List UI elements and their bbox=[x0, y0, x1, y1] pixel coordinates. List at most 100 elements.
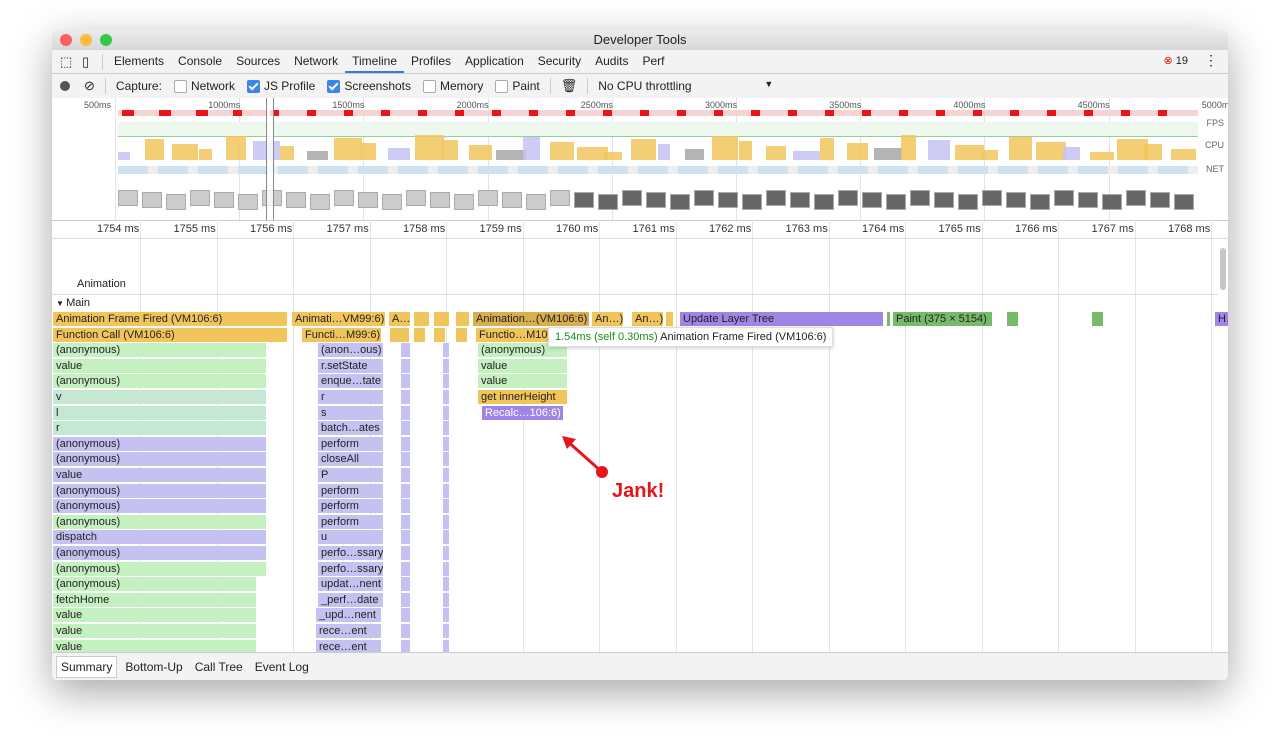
flame-block[interactable]: (anonymous) bbox=[53, 499, 267, 514]
flame-block[interactable]: value bbox=[478, 358, 568, 373]
flame-block[interactable]: updat…nent bbox=[318, 577, 384, 592]
flame-block[interactable] bbox=[887, 312, 891, 326]
flame-block[interactable] bbox=[401, 624, 411, 638]
flame-block[interactable]: rece…ent bbox=[316, 624, 382, 638]
flame-block[interactable] bbox=[401, 436, 411, 451]
minimize-button[interactable] bbox=[80, 34, 92, 46]
flame-block[interactable]: P bbox=[318, 468, 384, 482]
flame-block[interactable]: (anonymous) bbox=[53, 452, 267, 467]
flame-block[interactable]: fetchHome bbox=[53, 592, 257, 607]
flame-block[interactable] bbox=[401, 499, 411, 514]
flame-block[interactable] bbox=[443, 514, 450, 529]
close-button[interactable] bbox=[60, 34, 72, 46]
tab-perf[interactable]: Perf bbox=[635, 50, 671, 73]
capture-memory-checkbox[interactable]: Memory bbox=[423, 79, 483, 94]
tab-profiles[interactable]: Profiles bbox=[404, 50, 458, 73]
flame-block[interactable]: Functi…M99:6) bbox=[302, 327, 382, 342]
flame-block[interactable]: perform bbox=[318, 514, 384, 529]
flame-block[interactable] bbox=[443, 530, 450, 545]
checkbox[interactable] bbox=[246, 80, 260, 94]
flame-block[interactable]: perfo…ssary bbox=[318, 546, 384, 560]
flame-block[interactable]: Function Call (VM106:6) bbox=[53, 327, 288, 342]
flame-block[interactable]: perform bbox=[318, 436, 384, 451]
capture-screenshots-checkbox[interactable]: Screenshots bbox=[327, 79, 411, 94]
flame-block[interactable]: enque…tate bbox=[318, 374, 384, 389]
flame-block[interactable] bbox=[401, 608, 411, 623]
trash-icon[interactable]: 🗑 bbox=[561, 78, 578, 94]
flame-block[interactable] bbox=[443, 499, 450, 514]
flame-block[interactable]: dispatch bbox=[53, 530, 267, 545]
tab-application[interactable]: Application bbox=[458, 50, 531, 73]
flame-block[interactable] bbox=[443, 374, 450, 389]
flame-block[interactable]: batch…ates bbox=[318, 421, 384, 436]
tab-bottom-up[interactable]: Bottom-Up bbox=[121, 657, 186, 677]
flame-block[interactable]: perform bbox=[318, 483, 384, 498]
checkbox[interactable] bbox=[423, 80, 437, 94]
tab-call-tree[interactable]: Call Tree bbox=[191, 657, 247, 677]
flame-block[interactable]: value bbox=[53, 608, 257, 623]
timeline-overview[interactable]: 500ms 1000ms 1500ms 2000ms 2500ms 3000ms 3500m… bbox=[52, 98, 1228, 221]
flame-block[interactable]: (anonymous) bbox=[53, 546, 267, 560]
flame-block[interactable] bbox=[390, 327, 410, 342]
flame-block[interactable] bbox=[414, 327, 426, 342]
flame-block[interactable] bbox=[443, 577, 450, 592]
flame-block[interactable]: (anonymous) bbox=[53, 561, 267, 576]
flame-block[interactable]: Recalc…106:6) bbox=[482, 405, 564, 420]
flame-block[interactable]: value bbox=[478, 374, 568, 389]
flame-block[interactable] bbox=[456, 312, 470, 326]
flame-block[interactable]: (anon…ous) bbox=[318, 343, 384, 358]
flame-block[interactable]: value bbox=[53, 358, 267, 373]
tab-security[interactable]: Security bbox=[531, 50, 588, 73]
checkbox[interactable] bbox=[495, 80, 509, 94]
flame-block[interactable]: Animation…(VM106:6) bbox=[473, 312, 590, 326]
flame-block[interactable]: A… bbox=[389, 312, 411, 326]
flame-block[interactable]: (anonymous) bbox=[53, 514, 267, 529]
flame-block[interactable] bbox=[443, 468, 450, 482]
flame-block[interactable] bbox=[456, 327, 468, 342]
tab-network[interactable]: Network bbox=[287, 50, 345, 73]
flame-block[interactable] bbox=[401, 546, 411, 560]
tab-sources[interactable]: Sources bbox=[229, 50, 287, 73]
flame-block[interactable] bbox=[443, 452, 450, 467]
flame-block[interactable]: An…) bbox=[592, 312, 624, 326]
flame-block[interactable] bbox=[443, 421, 450, 436]
flame-block[interactable]: _perf…date bbox=[318, 592, 384, 607]
flame-block[interactable]: get innerHeight bbox=[478, 390, 568, 404]
tab-timeline[interactable]: Timeline bbox=[345, 50, 405, 73]
flame-block[interactable]: Paint (375 × 5154) bbox=[893, 312, 993, 326]
flame-block[interactable] bbox=[401, 530, 411, 545]
flame-chart[interactable]: 1754 ms 1755 ms 1756 ms 1757 ms 1758 ms 1759 … bbox=[52, 220, 1228, 654]
flame-block[interactable] bbox=[414, 312, 430, 326]
flame-block[interactable]: (anonymous) bbox=[53, 374, 267, 389]
flame-block[interactable] bbox=[1007, 312, 1019, 326]
flame-block[interactable] bbox=[1092, 312, 1104, 326]
error-counter[interactable]: ⊗ 19 bbox=[1163, 54, 1188, 67]
vertical-scrollbar[interactable] bbox=[1220, 248, 1226, 290]
flame-block[interactable]: perfo…ssary bbox=[318, 561, 384, 576]
flame-block[interactable]: perform bbox=[318, 499, 384, 514]
flame-block[interactable] bbox=[434, 327, 446, 342]
capture-network-checkbox[interactable]: Network bbox=[173, 79, 235, 94]
cpu-throttling-select[interactable]: No CPU throttling ▼ bbox=[598, 79, 773, 93]
checkbox[interactable] bbox=[173, 80, 187, 94]
maximize-button[interactable] bbox=[100, 34, 112, 46]
flame-block[interactable] bbox=[443, 390, 450, 404]
flame-block[interactable]: (anonymous) bbox=[53, 343, 267, 358]
flame-block[interactable] bbox=[401, 421, 411, 436]
flame-block[interactable]: u bbox=[318, 530, 384, 545]
flame-block[interactable]: s bbox=[318, 405, 384, 420]
flame-block[interactable]: r bbox=[53, 421, 267, 436]
flame-block[interactable]: Animation Frame Fired (VM106:6) bbox=[53, 312, 288, 326]
flame-block[interactable]: _upd…nent bbox=[316, 608, 382, 623]
flame-block[interactable] bbox=[401, 358, 411, 373]
capture-paint-checkbox[interactable]: Paint bbox=[495, 79, 540, 94]
flame-block[interactable] bbox=[666, 312, 674, 326]
flame-block[interactable] bbox=[401, 592, 411, 607]
flame-block[interactable]: Animati…VM99:6) bbox=[292, 312, 386, 326]
inspect-element-icon[interactable]: ⬚ bbox=[60, 54, 76, 70]
flame-block[interactable] bbox=[443, 405, 450, 420]
flame-block[interactable] bbox=[443, 592, 450, 607]
more-menu-icon[interactable]: ⋮ bbox=[1204, 52, 1218, 69]
flame-block[interactable]: value bbox=[53, 468, 267, 482]
flame-block[interactable]: (anonymous) bbox=[53, 577, 257, 592]
